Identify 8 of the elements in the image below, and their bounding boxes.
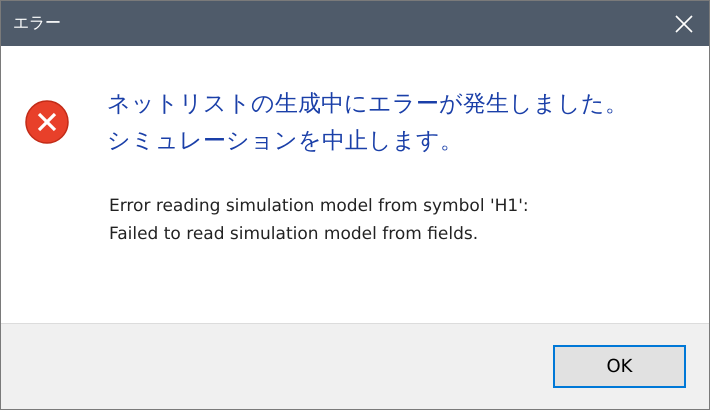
ok-button[interactable]: OK	[553, 345, 686, 388]
close-icon[interactable]	[675, 14, 693, 32]
error-detail: Error reading simulation model from symbol 'H1':	[109, 195, 530, 218]
error-icon	[25, 100, 69, 144]
error-message: ネットリストの生成中にエラーが発生しました。	[107, 90, 628, 119]
window-title: エラー	[13, 13, 61, 34]
error-message: シミュレーションを中止します。	[107, 127, 464, 156]
error-detail: Failed to read simulation model from fields.	[109, 223, 480, 246]
